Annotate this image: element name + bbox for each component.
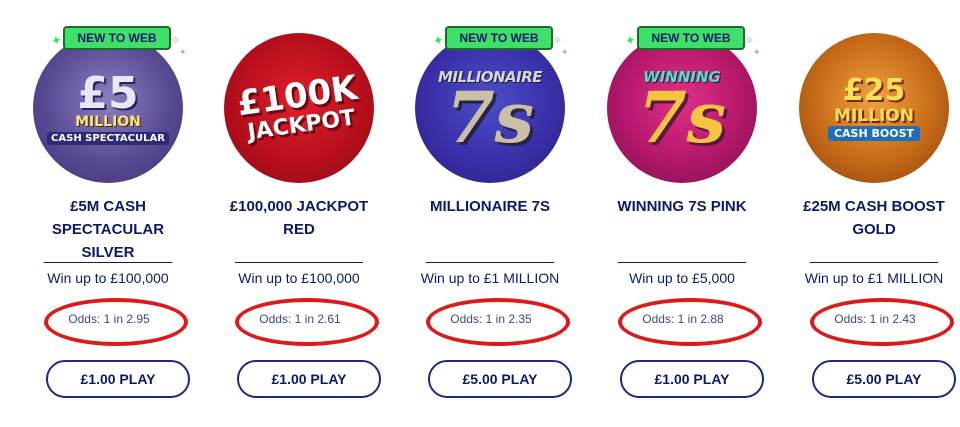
top-prize-text: Win up to £1 MILLION: [420, 270, 560, 286]
game-card: NEW TO WEB ✦ ✧ ✦ £5 MILLION CASH SPECTAC…: [22, 0, 194, 427]
divider: [618, 262, 746, 263]
top-prize-text: Win up to £100,000: [238, 270, 360, 286]
odds-highlight-circle: [44, 298, 188, 346]
odds-highlight-circle: [426, 298, 570, 346]
game-thumbnail[interactable]: MILLIONAIRE 7s: [415, 33, 565, 183]
odds-highlight-circle: [235, 298, 379, 346]
game-logo: WINNING 7s: [637, 67, 727, 159]
sparkle-icon: ✦: [179, 47, 187, 57]
top-prize-text: Win up to £5,000: [629, 270, 735, 286]
game-title[interactable]: £25M CASH BOOST GOLD: [790, 195, 958, 241]
top-prize-text: Win up to £1 MILLION: [804, 270, 944, 286]
divider: [44, 262, 172, 263]
game-card: £25 MILLION CASH BOOST £25M CASH BOOST G…: [788, 0, 960, 427]
divider: [810, 262, 938, 263]
odds-highlight-circle: [810, 298, 954, 346]
game-thumbnail[interactable]: £5 MILLION CASH SPECTACULAR: [33, 33, 183, 183]
play-button[interactable]: £1.00 PLAY: [237, 360, 381, 398]
game-logo: £5 MILLION CASH SPECTACULAR: [33, 33, 183, 183]
new-to-web-badge: NEW TO WEB: [63, 26, 171, 50]
new-to-web-badge: NEW TO WEB: [637, 26, 745, 50]
game-card: NEW TO WEB ✦ ✧ ✦ WINNING 7s WINNING 7S P…: [596, 0, 768, 427]
divider: [426, 262, 554, 263]
play-button[interactable]: £1.00 PLAY: [46, 360, 190, 398]
top-prize-text: Win up to £100,000: [47, 270, 169, 286]
game-title[interactable]: WINNING 7S PINK: [598, 195, 766, 218]
sparkle-icon: ✦: [561, 47, 569, 57]
odds-highlight-circle: [618, 298, 762, 346]
game-title[interactable]: MILLIONAIRE 7S: [406, 195, 574, 218]
play-button[interactable]: £1.00 PLAY: [620, 360, 764, 398]
game-title[interactable]: £5M CASH SPECTACULAR SILVER: [24, 195, 192, 264]
game-thumbnail[interactable]: WINNING 7s: [607, 33, 757, 183]
divider: [235, 262, 363, 263]
game-logo: £100K JACKPOT: [234, 67, 360, 145]
sparkle-icon: ✧: [745, 35, 755, 47]
sparkle-icon: ✧: [553, 35, 563, 47]
game-thumbnail[interactable]: £25 MILLION CASH BOOST: [799, 33, 949, 183]
game-logo: MILLIONAIRE 7s: [438, 67, 543, 159]
game-thumbnail[interactable]: £100K JACKPOT: [224, 33, 374, 183]
game-grid: NEW TO WEB ✦ ✧ ✦ £5 MILLION CASH SPECTAC…: [10, 0, 956, 427]
sparkle-icon: ✧: [171, 35, 181, 47]
new-to-web-badge: NEW TO WEB: [445, 26, 553, 50]
play-button[interactable]: £5.00 PLAY: [812, 360, 956, 398]
play-button[interactable]: £5.00 PLAY: [428, 360, 572, 398]
game-card: £100K JACKPOT £100,000 JACKPOT RED Win u…: [213, 0, 385, 427]
sparkle-icon: ✦: [753, 47, 761, 57]
game-title[interactable]: £100,000 JACKPOT RED: [215, 195, 383, 241]
game-card: NEW TO WEB ✦ ✧ ✦ MILLIONAIRE 7s MILLIONA…: [404, 0, 576, 427]
game-logo: £25 MILLION CASH BOOST: [799, 33, 949, 183]
